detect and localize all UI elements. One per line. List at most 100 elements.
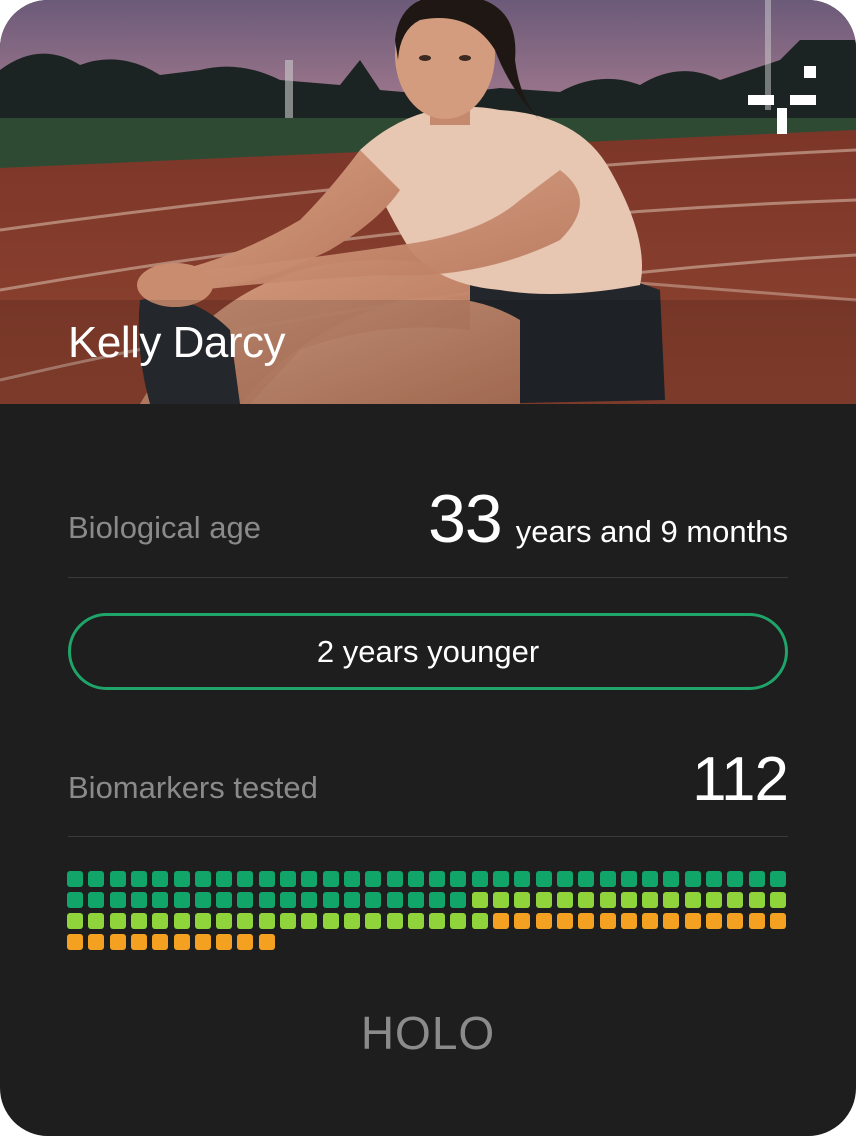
- biomarker-optimal: [195, 871, 211, 887]
- biomarker-optimal: [216, 892, 232, 908]
- biomarker-out-of-range: [216, 934, 232, 950]
- biomarker-optimal: [450, 871, 466, 887]
- biomarker-optimal: [301, 892, 317, 908]
- biomarker-in-range: [237, 913, 253, 929]
- biomarker-in-range: [216, 913, 232, 929]
- biomarker-in-range: [174, 913, 190, 929]
- biomarker-out-of-range: [88, 934, 104, 950]
- biomarker-optimal: [685, 871, 701, 887]
- biomarker-optimal: [110, 871, 126, 887]
- biomarker-in-range: [323, 913, 339, 929]
- biomarker-optimal: [493, 871, 509, 887]
- biomarker-optimal: [131, 871, 147, 887]
- biomarker-in-range: [685, 892, 701, 908]
- biomarker-out-of-range: [536, 913, 552, 929]
- biomarker-in-range: [472, 913, 488, 929]
- profile-card: Kelly Darcy Biological age 33 years and 9…: [0, 0, 856, 1136]
- biomarker-optimal: [323, 892, 339, 908]
- biomarker-optimal: [152, 871, 168, 887]
- biomarker-out-of-range: [195, 934, 211, 950]
- biomarker-in-range: [770, 892, 786, 908]
- biomarker-in-range: [195, 913, 211, 929]
- biomarker-out-of-range: [770, 913, 786, 929]
- biomarker-optimal: [195, 892, 211, 908]
- biomarker-in-range: [514, 892, 530, 908]
- biomarker-optimal: [600, 871, 616, 887]
- biological-age-row: Biological age 33 years and 9 months: [68, 480, 788, 578]
- biomarker-optimal: [727, 871, 743, 887]
- biomarker-out-of-range: [67, 934, 83, 950]
- age-delta-badge: 2 years younger: [68, 613, 788, 690]
- biomarker-in-range: [152, 913, 168, 929]
- biomarker-out-of-range: [685, 913, 701, 929]
- biomarker-in-range: [387, 913, 403, 929]
- biomarker-in-range: [450, 913, 466, 929]
- biomarker-optimal: [323, 871, 339, 887]
- biomarker-out-of-range: [514, 913, 530, 929]
- biomarker-out-of-range: [621, 913, 637, 929]
- biomarker-out-of-range: [493, 913, 509, 929]
- biomarker-in-range: [578, 892, 594, 908]
- biological-age-years: 33: [428, 481, 503, 557]
- biomarker-out-of-range: [110, 934, 126, 950]
- biological-age-label: Biological age: [68, 510, 262, 545]
- biomarker-in-range: [493, 892, 509, 908]
- biomarker-in-range: [301, 913, 317, 929]
- biomarker-out-of-range: [131, 934, 147, 950]
- biomarker-out-of-range: [557, 913, 573, 929]
- biomarker-in-range: [110, 913, 126, 929]
- biomarker-out-of-range: [706, 913, 722, 929]
- biomarker-optimal: [557, 871, 573, 887]
- biomarker-out-of-range: [749, 913, 765, 929]
- biomarker-optimal: [174, 871, 190, 887]
- biomarker-optimal: [472, 871, 488, 887]
- biomarker-out-of-range: [642, 913, 658, 929]
- divider: [68, 577, 788, 578]
- biomarker-out-of-range: [600, 913, 616, 929]
- biomarker-out-of-range: [174, 934, 190, 950]
- biomarker-optimal: [514, 871, 530, 887]
- biomarker-optimal: [67, 892, 83, 908]
- biomarker-optimal: [621, 871, 637, 887]
- biomarker-optimal: [408, 871, 424, 887]
- biomarker-in-range: [365, 913, 381, 929]
- biomarker-in-range: [621, 892, 637, 908]
- biomarkers-count: 112: [692, 745, 789, 814]
- biomarker-optimal: [237, 892, 253, 908]
- biomarker-in-range: [67, 913, 83, 929]
- biomarker-optimal: [706, 871, 722, 887]
- hero-photo: Kelly Darcy: [0, 0, 856, 404]
- biomarker-optimal: [387, 892, 403, 908]
- biomarker-optimal: [663, 871, 679, 887]
- holo-plus-icon: [748, 66, 816, 134]
- biomarker-optimal: [578, 871, 594, 887]
- biomarker-optimal: [88, 871, 104, 887]
- biomarker-in-range: [600, 892, 616, 908]
- biological-age-unit: years and 9 months: [515, 514, 788, 549]
- biomarker-optimal: [237, 871, 253, 887]
- biomarker-optimal: [280, 871, 296, 887]
- biomarker-in-range: [131, 913, 147, 929]
- biomarker-out-of-range: [578, 913, 594, 929]
- biomarker-optimal: [174, 892, 190, 908]
- holo-logo: HOLO: [360, 1007, 496, 1059]
- biomarker-optimal: [344, 892, 360, 908]
- biomarkers-row: Biomarkers tested 112: [68, 740, 789, 836]
- biomarker-out-of-range: [727, 913, 743, 929]
- biomarker-in-range: [472, 892, 488, 908]
- biomarker-optimal: [152, 892, 168, 908]
- biomarker-optimal: [450, 892, 466, 908]
- biomarker-out-of-range: [237, 934, 253, 950]
- biomarker-optimal: [365, 871, 381, 887]
- biomarker-optimal: [429, 871, 445, 887]
- biomarker-in-range: [749, 892, 765, 908]
- biomarker-optimal: [408, 892, 424, 908]
- biomarker-in-range: [280, 913, 296, 929]
- biomarker-optimal: [301, 871, 317, 887]
- biomarker-optimal: [88, 892, 104, 908]
- biomarker-optimal: [387, 871, 403, 887]
- biomarker-in-range: [344, 913, 360, 929]
- biomarker-out-of-range: [663, 913, 679, 929]
- biomarker-in-range: [429, 913, 445, 929]
- biomarker-in-range: [642, 892, 658, 908]
